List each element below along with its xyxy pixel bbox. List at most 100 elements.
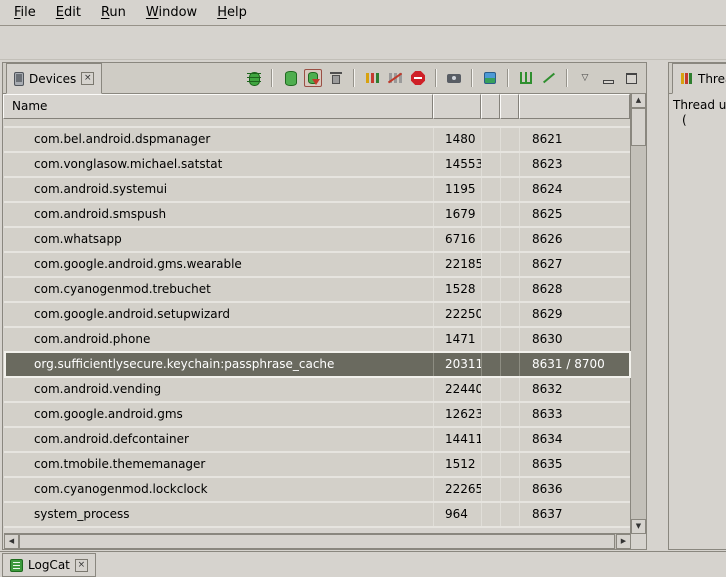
stop-method-profiling-icon[interactable] xyxy=(540,69,558,87)
scroll-up-arrow[interactable]: ▲ xyxy=(631,93,646,108)
process-row[interactable]: com.google.android.gms.wearable221858627 xyxy=(4,253,631,278)
system-info-icon[interactable] xyxy=(481,69,499,87)
close-icon[interactable]: × xyxy=(75,559,88,572)
threads-content: Thread up ( xyxy=(669,94,726,128)
tab-threads[interactable]: Threads xyxy=(672,63,726,94)
process-row[interactable]: com.google.android.gms126238633 xyxy=(4,403,631,428)
column-header-pid[interactable] xyxy=(433,94,481,119)
scroll-down-arrow[interactable]: ▼ xyxy=(631,519,646,534)
screen-capture-icon[interactable] xyxy=(445,69,463,87)
process-row[interactable]: org.sufficientlysecure.keychain:passphra… xyxy=(4,353,631,378)
stop-process-icon[interactable] xyxy=(409,69,427,87)
process-row[interactable]: com.android.defcontainer144118634 xyxy=(4,428,631,453)
process-port-cell: 8631 / 8700 xyxy=(520,353,631,376)
process-port-cell: 8625 xyxy=(520,203,631,226)
devices-toolbar xyxy=(245,63,646,93)
process-name-cell: org.sufficientlysecure.keychain:passphra… xyxy=(4,353,434,376)
process-row[interactable]: com.tmobile.thememanager15128635 xyxy=(4,453,631,478)
menu-file[interactable]: File xyxy=(4,0,46,25)
threads-panel: Threads Thread up ( xyxy=(668,62,726,550)
vertical-scrollbar[interactable]: ▲ ▼ xyxy=(630,93,646,534)
menu-window[interactable]: Window xyxy=(136,0,207,25)
process-pid-cell: 964 xyxy=(434,503,482,526)
process-name-cell: com.android.vending xyxy=(4,378,434,401)
devices-panel: Devices × Name com.bel.android.dspmanage… xyxy=(2,62,647,550)
vertical-scroll-thumb[interactable] xyxy=(631,108,646,146)
close-icon[interactable]: × xyxy=(81,72,94,85)
column-header-blank-2[interactable] xyxy=(500,94,519,119)
update-threads-icon[interactable] xyxy=(363,69,381,87)
devices-tabbar: Devices × xyxy=(3,63,646,94)
process-name-cell: com.google.android.gms xyxy=(4,403,434,426)
process-row[interactable]: system_process9648637 xyxy=(4,503,631,528)
process-pid-cell: 22440 xyxy=(434,378,482,401)
column-header-name[interactable]: Name xyxy=(3,94,433,119)
start-method-profiling-icon[interactable] xyxy=(517,69,535,87)
empty-cell xyxy=(482,278,501,301)
empty-cell xyxy=(501,478,520,501)
process-port-cell: 8624 xyxy=(520,178,631,201)
menu-bar: FileEditRunWindowHelp xyxy=(0,0,726,26)
device-icon xyxy=(14,72,24,86)
stop-thread-updates-icon[interactable] xyxy=(386,69,404,87)
empty-cell xyxy=(482,228,501,251)
process-row[interactable]: com.android.smspush16798625 xyxy=(4,203,631,228)
empty-cell xyxy=(501,378,520,401)
process-table-body: com.bel.android.dspmanager14808621com.vo… xyxy=(4,119,631,534)
menu-edit[interactable]: Edit xyxy=(46,0,91,25)
process-pid-cell: 1679 xyxy=(434,203,482,226)
process-row[interactable]: com.vonglasow.michael.satstat145538623 xyxy=(4,153,631,178)
process-name-cell: com.android.phone xyxy=(4,328,434,351)
view-menu-icon[interactable] xyxy=(576,69,594,87)
process-row[interactable]: com.cyanogenmod.lockclock222658636 xyxy=(4,478,631,503)
process-row[interactable]: com.cyanogenmod.trebuchet15288628 xyxy=(4,278,631,303)
gc-icon[interactable] xyxy=(327,69,345,87)
tab-logcat[interactable]: LogCat × xyxy=(2,553,96,577)
column-header-blank-1[interactable] xyxy=(481,94,500,119)
process-pid-cell: 22250 xyxy=(434,303,482,326)
main-toolbar xyxy=(0,27,726,60)
minimize-icon[interactable] xyxy=(599,69,617,87)
empty-cell xyxy=(501,253,520,276)
process-name-cell: com.google.android.setupwizard xyxy=(4,303,434,326)
menu-help[interactable]: Help xyxy=(207,0,257,25)
process-row[interactable]: com.android.phone14718630 xyxy=(4,328,631,353)
toolbar-separator xyxy=(471,69,473,87)
empty-cell xyxy=(482,478,501,501)
threads-icon xyxy=(680,72,693,85)
process-row[interactable]: com.android.systemui11958624 xyxy=(4,178,631,203)
empty-cell xyxy=(482,353,501,376)
dump-hprof-icon[interactable] xyxy=(304,69,322,87)
horizontal-scroll-thumb[interactable] xyxy=(19,534,615,549)
process-port-cell: 8626 xyxy=(520,228,631,251)
empty-cell xyxy=(482,128,501,151)
process-row[interactable]: com.android.vending224408632 xyxy=(4,378,631,403)
scroll-right-arrow[interactable]: ▶ xyxy=(616,534,631,549)
empty-cell xyxy=(501,278,520,301)
tab-devices[interactable]: Devices × xyxy=(6,63,102,94)
empty-cell xyxy=(501,228,520,251)
process-name-cell: com.vonglasow.michael.satstat xyxy=(4,153,434,176)
maximize-icon[interactable] xyxy=(622,69,640,87)
process-name-cell: com.bel.android.dspmanager xyxy=(4,128,434,151)
update-heap-icon[interactable] xyxy=(281,69,299,87)
scrollbar-corner xyxy=(630,533,646,549)
menu-run[interactable]: Run xyxy=(91,0,136,25)
table-header: Name xyxy=(3,94,630,119)
empty-cell xyxy=(482,153,501,176)
process-row[interactable]: com.bel.android.dspmanager14808621 xyxy=(4,128,631,153)
horizontal-scrollbar[interactable]: ◀ ▶ xyxy=(4,533,631,549)
debug-icon[interactable] xyxy=(245,69,263,87)
empty-cell xyxy=(501,328,520,351)
tab-logcat-label: LogCat xyxy=(28,558,70,572)
process-name-cell: com.android.defcontainer xyxy=(4,428,434,451)
scroll-left-arrow[interactable]: ◀ xyxy=(4,534,19,549)
toolbar-separator xyxy=(566,69,568,87)
process-row[interactable]: com.whatsapp67168626 xyxy=(4,228,631,253)
process-port-cell: 8634 xyxy=(520,428,631,451)
column-header-port[interactable] xyxy=(519,94,630,119)
process-row[interactable]: com.google.android.setupwizard22250 8629 xyxy=(4,303,631,328)
empty-cell xyxy=(482,253,501,276)
process-port-cell: 8629 xyxy=(520,303,631,326)
threads-tabbar: Threads xyxy=(669,63,726,94)
